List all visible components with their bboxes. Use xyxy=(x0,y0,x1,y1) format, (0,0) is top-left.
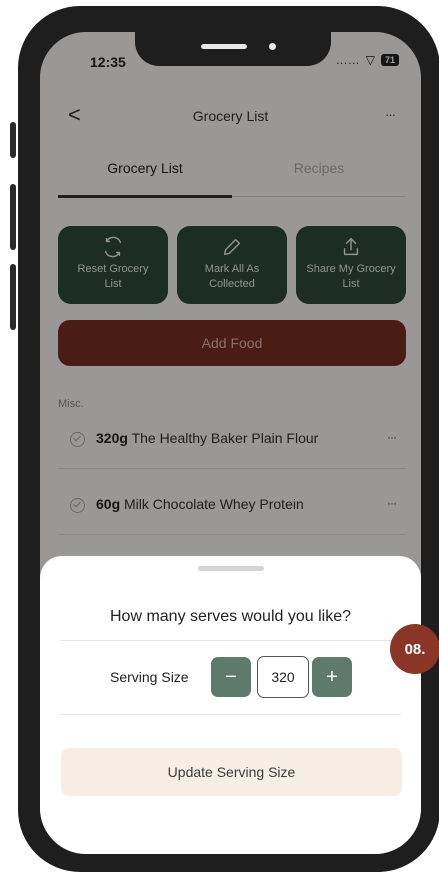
serving-size-input[interactable]: 320 xyxy=(257,656,309,698)
serving-size-label: Serving Size xyxy=(110,669,189,685)
volume-down-button xyxy=(10,264,16,330)
sheet-question: How many serves would you like? xyxy=(110,608,351,625)
volume-up-button xyxy=(10,184,16,250)
serving-size-sheet: How many serves would you like? Serving … xyxy=(40,556,421,854)
step-badge: 08. xyxy=(390,624,439,674)
camera xyxy=(269,43,276,50)
divider xyxy=(60,714,401,715)
sheet-handle[interactable] xyxy=(198,566,264,571)
decrement-button[interactable]: − xyxy=(211,657,251,697)
speaker xyxy=(201,44,247,49)
notch xyxy=(135,32,331,66)
update-serving-size-button[interactable]: Update Serving Size xyxy=(61,748,402,796)
divider xyxy=(60,640,401,641)
app-screen: 12:35 …… ▽ 71 < Grocery List ··· Grocery… xyxy=(40,32,421,854)
silent-switch xyxy=(10,122,16,158)
increment-button[interactable]: + xyxy=(312,657,352,697)
